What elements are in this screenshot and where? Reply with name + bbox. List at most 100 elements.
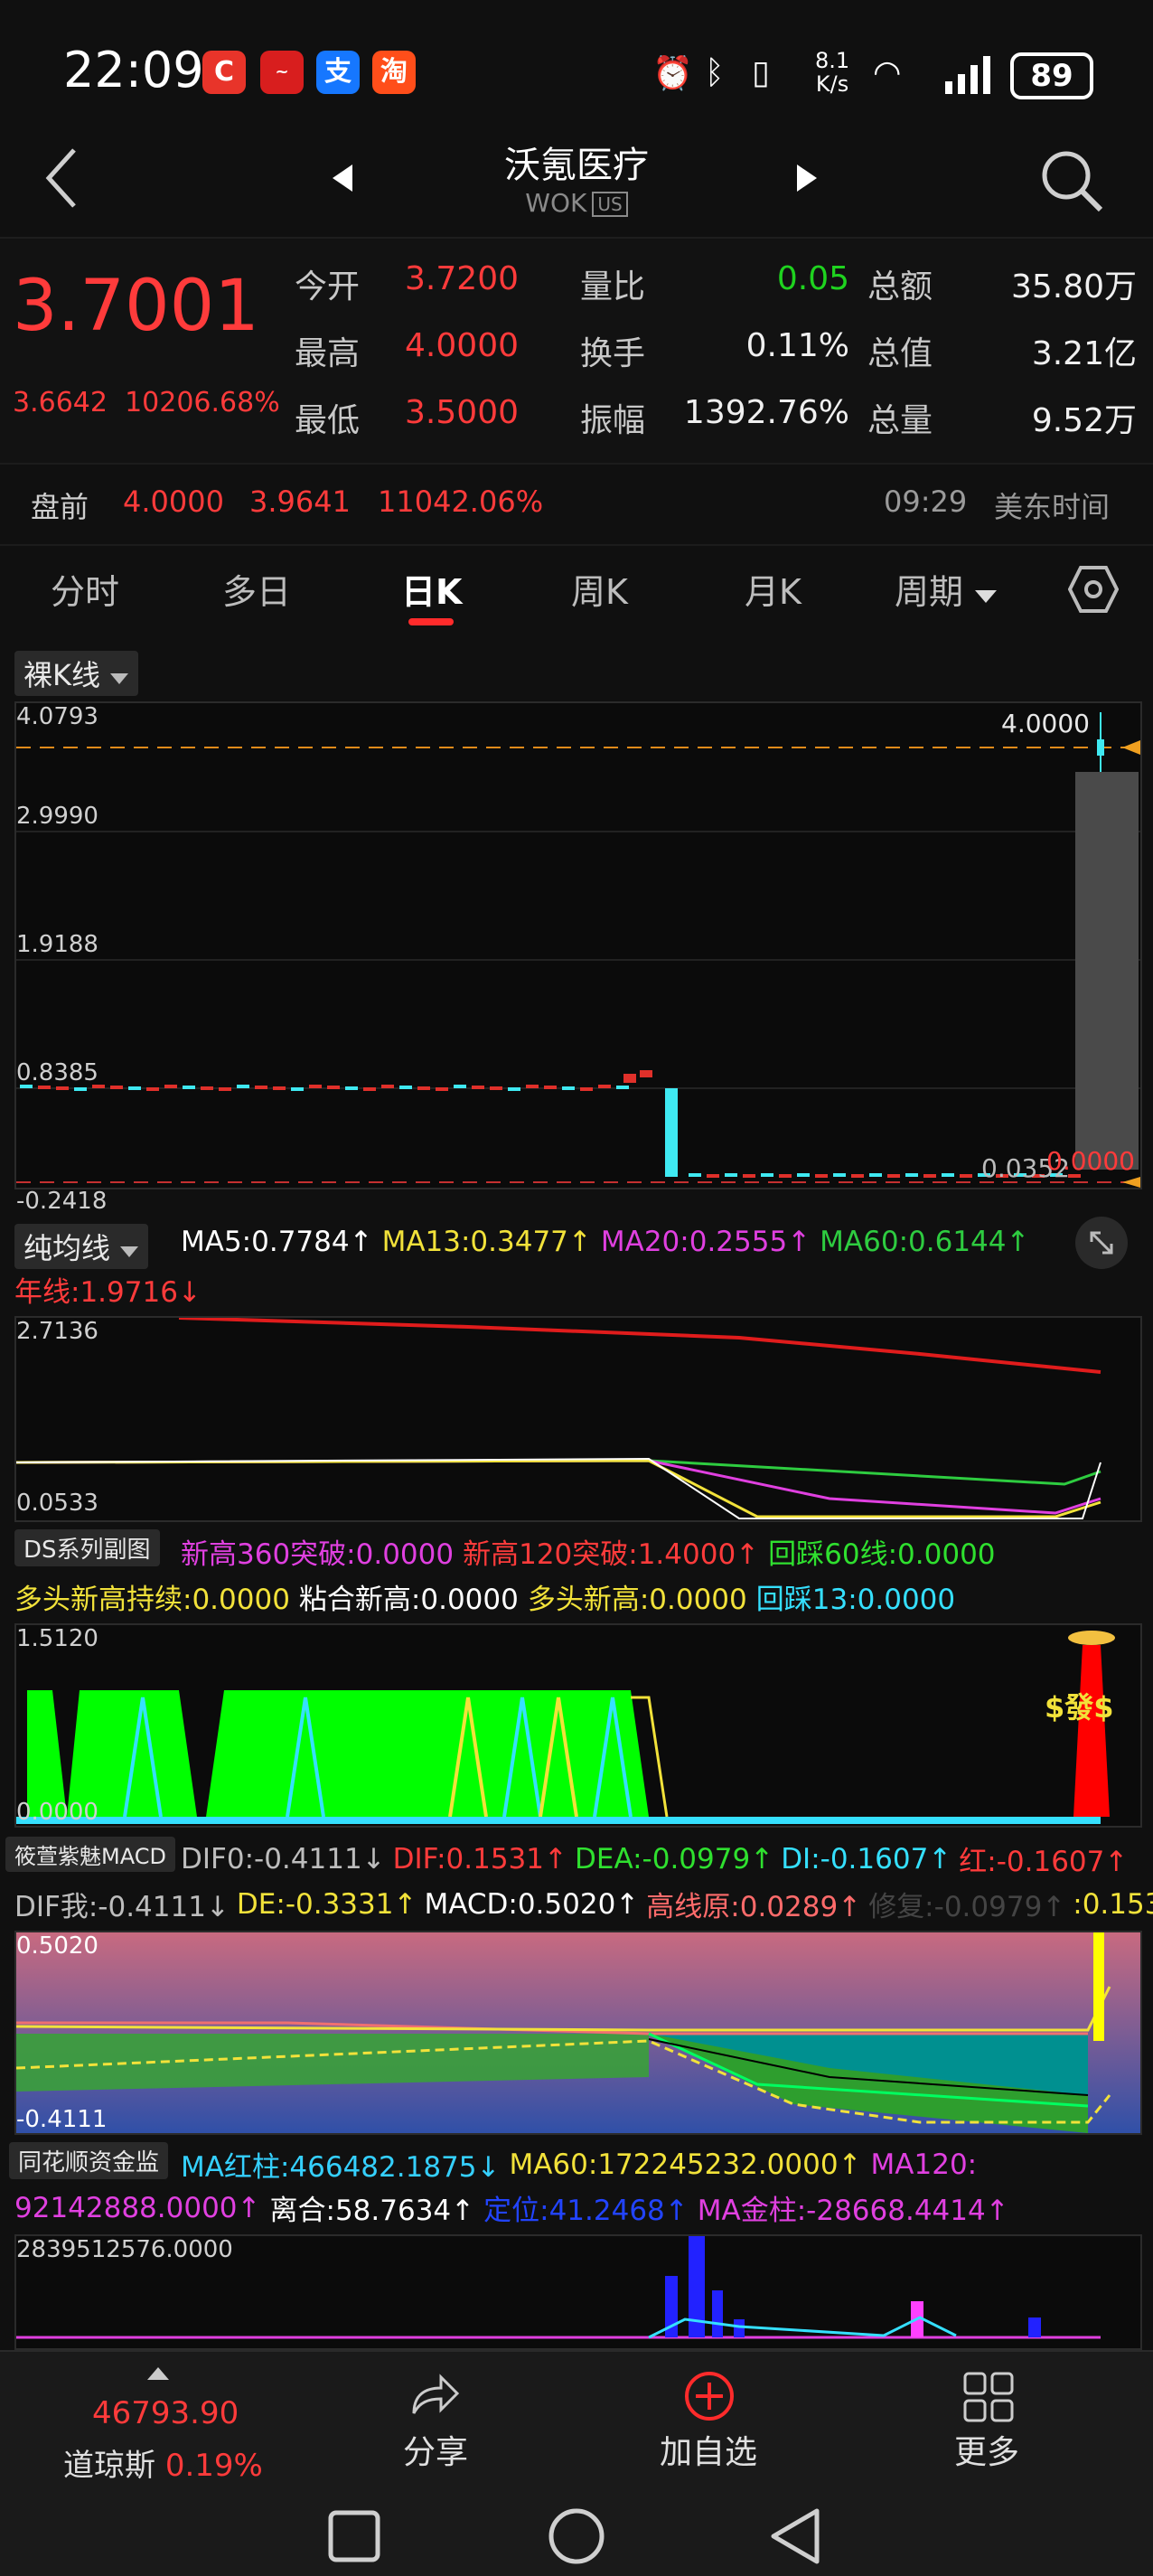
candle (454, 1085, 466, 1088)
bottom-nav: 46793.90 道琼斯 0.19% 分享 加自选 更多 (0, 2350, 1153, 2576)
highlight-band (1075, 772, 1139, 1170)
premarket-change: 3.9641 (249, 484, 351, 519)
candle (960, 1174, 972, 1178)
quote-label: 今开 (295, 268, 361, 306)
candle (128, 1086, 141, 1090)
kline-mode-select[interactable]: 裸K线 (14, 651, 139, 696)
ds-area (27, 1690, 67, 1817)
kline-chart[interactable]: 4.0793 2.9990 1.9188 0.8385 -0.2418 4.00… (14, 701, 1142, 1215)
indicator-value: 定位:41.2468↑ (483, 2195, 689, 2227)
alipay-icon: 支 (316, 51, 360, 94)
ds-signal-icon (1068, 1631, 1115, 1645)
candle (689, 1173, 701, 1177)
premarket-label: 盘前 (31, 490, 89, 524)
ma-legend: MA5:0.7784↑ MA13:0.3477↑ MA20:0.2555↑ MA60:… (181, 1226, 1029, 1258)
candle (399, 1086, 412, 1089)
fund-legend-1: MA红柱:466482.1875↓ MA60:172245232.0000↑ MA1… (181, 2144, 977, 2185)
recent-apps-button[interactable] (327, 2509, 381, 2567)
macd-legend-2: DIF我:-0.4111↓ DE:-0.3331↑ MACD:0.5020↑ 高线原:… (14, 1884, 1153, 1924)
share-button[interactable]: 分享 (389, 2370, 479, 2496)
timezone-label: 美东时间 (994, 490, 1111, 524)
indicator-value: 回踩60线:0.0000 (768, 1538, 996, 1571)
index-ticker[interactable]: 46793.90 道琼斯 0.19% (63, 2355, 263, 2484)
candle (526, 1085, 539, 1088)
index-info: 道琼斯 0.19% (63, 2448, 263, 2484)
macd-mode-select[interactable]: 筱萱紫魅MACD (5, 1837, 175, 1872)
candle (580, 1087, 593, 1091)
indicator-value: 新高360突破:0.0000 (181, 1538, 455, 1571)
tab-weekly-k[interactable]: 周K (571, 564, 628, 614)
chevron-up-icon (147, 2367, 169, 2380)
candle (490, 1086, 502, 1090)
candles (20, 1070, 1081, 1178)
current-price: 3.7001 (13, 266, 259, 347)
candle (309, 1085, 322, 1088)
stock-name: 沃氪医疗 (504, 145, 649, 186)
signal-icon (943, 54, 996, 98)
candle (237, 1085, 249, 1088)
indicator-value: DE:-0.3331↑ (236, 1887, 417, 1921)
active-tab-indicator (408, 618, 454, 625)
candle (74, 1087, 87, 1091)
fund-chart: 2839512576.0000 (14, 2234, 1142, 2350)
home-button[interactable] (548, 2507, 605, 2569)
candle (417, 1086, 430, 1090)
candle (183, 1086, 195, 1089)
ma60-line (16, 1459, 1101, 1486)
candle (923, 1174, 936, 1178)
candle (562, 1086, 575, 1090)
macd-legend-1: DIF0:-0.4111↓ DIF:0.1531↑ DEA:-0.0979↑ DI:-… (181, 1838, 1128, 1879)
indicator-value: DIF我:-0.4111↓ (14, 1891, 230, 1923)
y-axis-label: 1.9188 (16, 931, 98, 958)
search-icon[interactable] (1039, 148, 1104, 217)
y-axis-label: 0.0000 (16, 1799, 98, 1826)
tab-multi-day[interactable]: 多日 (222, 564, 291, 614)
candle (743, 1174, 755, 1178)
tab-intraday[interactable]: 分时 (51, 564, 119, 614)
tab-monthly-k[interactable]: 月K (745, 564, 801, 614)
candle (436, 1087, 448, 1091)
quote-value: 0.05 (776, 260, 849, 297)
ma20-line (16, 1459, 1101, 1515)
ds-mode-select[interactable]: DS系列副图 (14, 1529, 160, 1566)
quote-panel: 3.7001 3.6642 10206.68% 今开 3.7200 量比 0.05 总额… (0, 237, 1153, 465)
ds-legend-2: 多头新高持续:0.0000 粘合新高:0.0000 多头新高:0.0000 回踩13:… (14, 1576, 955, 1617)
settings-hexagon-icon[interactable] (1067, 564, 1120, 618)
add-watchlist-button[interactable]: 加自选 (651, 2370, 768, 2496)
candle (640, 1070, 652, 1077)
candle (327, 1086, 340, 1089)
system-back-button[interactable] (768, 2507, 822, 2569)
stock-header: 沃氪医疗 WOK US (0, 136, 1153, 237)
y-axis-label: 0.0533 (16, 1490, 98, 1517)
fund-mode-select[interactable]: 同花顺资金监 (9, 2142, 169, 2179)
y-axis-label: 2.9990 (16, 803, 98, 830)
candle (273, 1086, 286, 1090)
next-stock-icon[interactable] (795, 163, 819, 197)
candle (363, 1087, 376, 1091)
tab-period[interactable]: 周期 (895, 564, 998, 614)
premarket-bar: 盘前 4.0000 3.9641 11042.06% 09:29 美东时间 (0, 463, 1153, 546)
fund-bar (1028, 2317, 1041, 2337)
candle (815, 1174, 828, 1178)
triangle-back-icon (771, 2508, 820, 2564)
market-badge: US (592, 192, 628, 217)
quote-value: 4.0000 (405, 327, 519, 364)
indicator-value: MA20:0.2555↑ (600, 1226, 811, 1258)
candle (616, 1086, 629, 1089)
tab-daily-k[interactable]: 日K (401, 564, 462, 614)
fund-bar (712, 2290, 723, 2337)
candle (851, 1174, 864, 1178)
ma-mode-select[interactable]: 纯均线 (14, 1224, 149, 1269)
ma-chart: 2.7136 0.0533 (14, 1316, 1142, 1522)
fund-bar (734, 2319, 745, 2337)
more-button[interactable]: 更多 (949, 2370, 1039, 2496)
expand-icon[interactable] (1075, 1217, 1128, 1269)
macd-chart: 0.5020 -0.4111 (14, 1931, 1142, 2135)
ds-baseline (16, 1817, 1101, 1824)
indicator-value: 回踩13:0.0000 (755, 1584, 956, 1616)
y-axis-label: 2.7136 (16, 1318, 98, 1345)
candle (905, 1173, 918, 1177)
ma13-line (16, 1459, 1101, 1518)
quote-label: 换手 (580, 335, 646, 372)
y-axis-label: 0.8385 (16, 1059, 98, 1086)
